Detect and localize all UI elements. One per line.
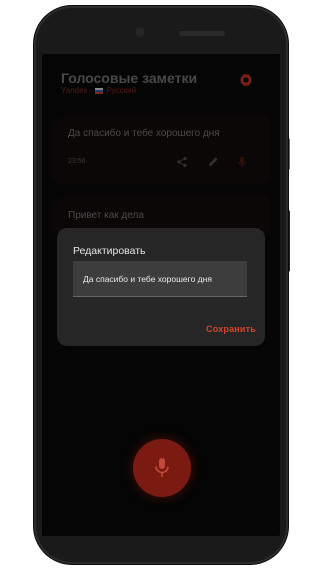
front-camera (136, 28, 144, 36)
save-button[interactable]: Сохранить (206, 324, 256, 334)
note-edit-field[interactable] (73, 261, 247, 296)
earpiece-speaker (179, 31, 225, 36)
edit-dialog: Редактировать Сохранить (57, 228, 265, 346)
mic-icon (155, 458, 169, 477)
app-screen: Голосовые заметки Yandex · Русский Да сп… (42, 54, 280, 536)
record-button[interactable] (133, 439, 191, 497)
note-edit-field-wrapper (73, 261, 247, 297)
dialog-title: Редактировать (73, 245, 146, 257)
